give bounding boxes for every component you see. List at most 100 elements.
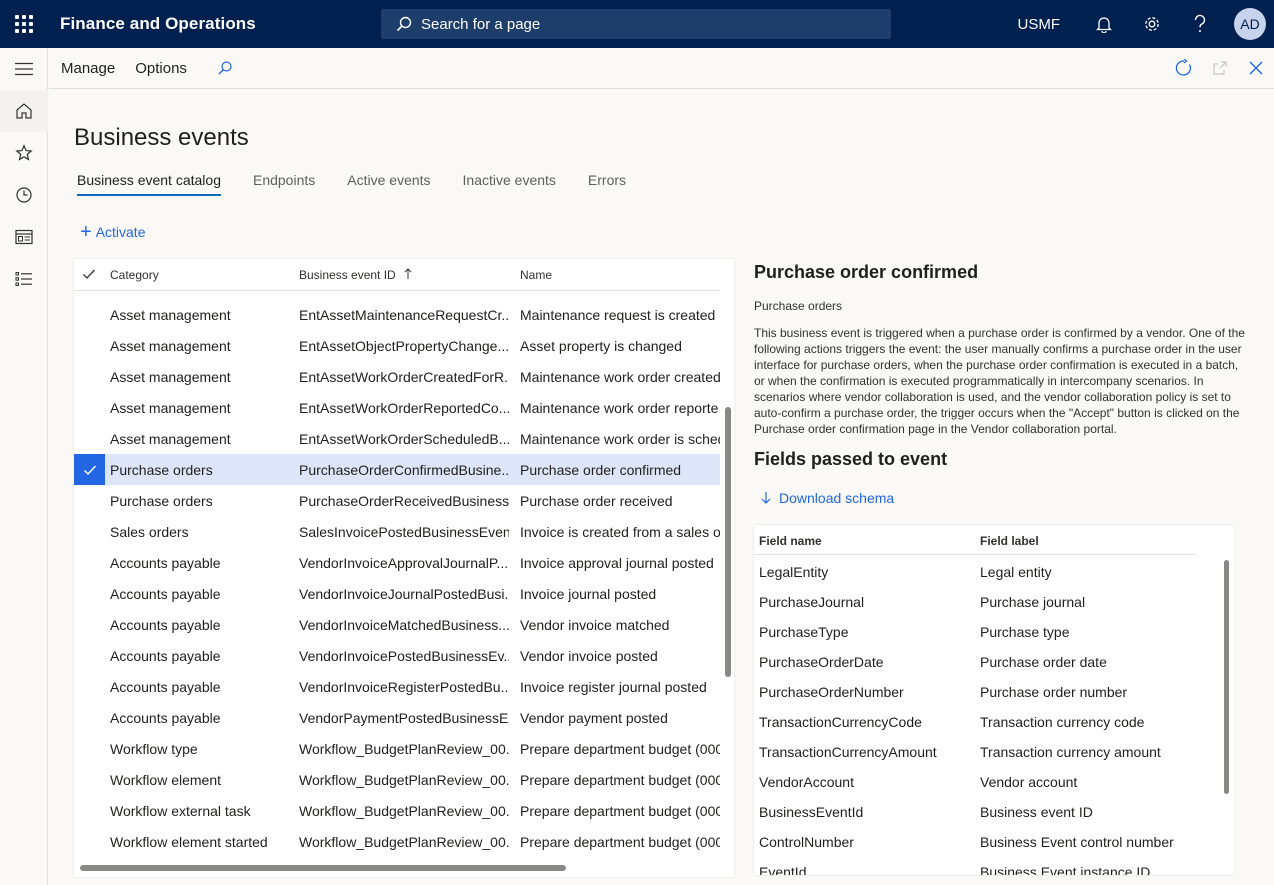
cell-business-event-id: Workflow_BudgetPlanReview_00... xyxy=(299,772,509,788)
workspaces-icon[interactable] xyxy=(0,216,48,258)
search-placeholder: Search for a page xyxy=(421,15,541,33)
table-row[interactable]: Asset management EntAssetWorkOrderCreated… xyxy=(74,361,720,392)
table-row[interactable]: Asset management EntAssetWorkOrderReporte… xyxy=(74,392,720,423)
cell-name: Invoice register journal posted xyxy=(520,679,707,695)
cell-field-label: Legal entity xyxy=(980,564,1052,580)
sort-ascending-icon xyxy=(404,268,412,279)
close-icon[interactable] xyxy=(1238,48,1274,88)
options-button[interactable]: Options xyxy=(135,60,187,77)
table-row[interactable]: Sales orders SalesInvoicePostedBusinessEv… xyxy=(74,516,720,547)
cell-business-event-id: EntAssetMaintenanceRequestCr... xyxy=(299,307,509,323)
field-row[interactable]: PurchaseOrderNumber Purchase order number xyxy=(754,677,1214,707)
detail-description: This business event is triggered when a … xyxy=(754,326,1245,436)
app-launcher-icon[interactable] xyxy=(0,0,48,48)
field-row[interactable]: BusinessEventId Business event ID xyxy=(754,797,1214,827)
table-row[interactable]: Accounts payable VendorInvoiceApprovalJou… xyxy=(74,547,720,578)
help-icon[interactable] xyxy=(1176,0,1224,48)
bell-icon[interactable] xyxy=(1080,0,1128,48)
cell-business-event-id: EntAssetWorkOrderScheduledB... xyxy=(299,431,509,447)
field-row[interactable]: VendorAccount Vendor account xyxy=(754,767,1214,797)
cell-category: Purchase orders xyxy=(110,493,213,509)
field-row[interactable]: TransactionCurrencyAmount Transaction cur… xyxy=(754,737,1214,767)
fields-vertical-scrollbar[interactable] xyxy=(1224,560,1229,794)
field-row[interactable]: PurchaseJournal Purchase journal xyxy=(754,587,1214,617)
tab-endpoints[interactable]: Endpoints xyxy=(253,172,315,196)
column-header-business-event-id[interactable]: Business event ID xyxy=(299,268,413,282)
field-row[interactable]: ControlNumber Business Event control numb… xyxy=(754,827,1214,857)
grid-vertical-scrollbar[interactable] xyxy=(725,407,731,677)
company-selector[interactable]: USMF xyxy=(1018,16,1061,33)
avatar[interactable]: AD xyxy=(1234,8,1266,40)
cell-business-event-id: VendorInvoiceMatchedBusiness... xyxy=(299,617,509,633)
home-icon[interactable] xyxy=(0,90,48,132)
column-header-field-label[interactable]: Field label xyxy=(980,534,1039,548)
field-row[interactable]: TransactionCurrencyCode Transaction curre… xyxy=(754,707,1214,737)
download-schema-link[interactable]: Download schema xyxy=(760,490,894,506)
modules-list-icon[interactable] xyxy=(0,258,48,300)
refresh-icon[interactable] xyxy=(1166,48,1202,88)
table-row[interactable]: Accounts payable VendorInvoiceRegisterPos… xyxy=(74,671,720,702)
cell-business-event-id: Workflow_BudgetPlanReview_00... xyxy=(299,834,509,850)
open-in-new-icon[interactable] xyxy=(1202,48,1238,88)
cell-name: Invoice is created from a sales or xyxy=(520,524,720,540)
column-header-field-name[interactable]: Field name xyxy=(759,534,822,548)
cell-name: Vendor invoice posted xyxy=(520,648,658,664)
top-bar: Finance and Operations Search for a page… xyxy=(0,0,1274,48)
table-row[interactable]: Purchase orders PurchaseOrderConfirmedBus… xyxy=(74,454,720,485)
tab-business-event-catalog[interactable]: Business event catalog xyxy=(77,172,221,196)
table-row[interactable]: Workflow external task Workflow_BudgetPla… xyxy=(74,795,720,826)
cell-name: Prepare department budget (000 xyxy=(520,772,720,788)
cell-field-name: TransactionCurrencyAmount xyxy=(759,744,937,760)
cell-category: Accounts payable xyxy=(110,586,221,602)
grid-horizontal-scrollbar[interactable] xyxy=(80,865,566,871)
field-row[interactable]: PurchaseType Purchase type xyxy=(754,617,1214,647)
tab-list: Business event catalog Endpoints Active … xyxy=(77,172,658,196)
field-row[interactable]: EventId Business Event instance ID xyxy=(754,857,1214,875)
table-row[interactable]: Asset management EntAssetObjectPropertyCh… xyxy=(74,330,720,361)
cell-category: Asset management xyxy=(110,338,231,354)
cell-field-label: Purchase order date xyxy=(980,654,1107,670)
detail-category: Purchase orders xyxy=(754,299,843,313)
tab-inactive-events[interactable]: Inactive events xyxy=(463,172,556,196)
cell-field-name: ControlNumber xyxy=(759,834,854,850)
table-row[interactable]: Workflow element Workflow_BudgetPlanRevie… xyxy=(74,764,720,795)
column-header-category[interactable]: Category xyxy=(110,268,159,282)
cell-field-label: Vendor account xyxy=(980,774,1078,790)
column-header-name[interactable]: Name xyxy=(520,268,552,282)
cell-name: Prepare department budget (000 xyxy=(520,803,720,819)
cell-business-event-id: SalesInvoicePostedBusinessEvent xyxy=(299,524,509,540)
table-row[interactable]: Asset management EntAssetMaintenanceReque… xyxy=(74,299,720,330)
recent-clock-icon[interactable] xyxy=(0,174,48,216)
table-row[interactable]: Accounts payable VendorPaymentPostedBusin… xyxy=(74,702,720,733)
row-selected-checkmark-icon[interactable] xyxy=(74,454,105,485)
field-row[interactable]: PurchaseOrderDate Purchase order date xyxy=(754,647,1214,677)
tab-errors[interactable]: Errors xyxy=(588,172,626,196)
table-row[interactable]: Asset management EntAssetWorkOrderSchedul… xyxy=(74,423,720,454)
cell-category: Accounts payable xyxy=(110,679,221,695)
activate-button[interactable]: + Activate xyxy=(80,222,146,242)
manage-button[interactable]: Manage xyxy=(61,60,115,77)
cell-name: Vendor payment posted xyxy=(520,710,668,726)
cell-business-event-id: VendorInvoicePostedBusinessEv... xyxy=(299,648,509,664)
table-row[interactable]: Workflow type Workflow_BudgetPlanReview_0… xyxy=(74,733,720,764)
field-row[interactable]: LegalEntity Legal entity xyxy=(754,557,1214,587)
table-row[interactable]: Accounts payable VendorInvoiceJournalPost… xyxy=(74,578,720,609)
gear-icon[interactable] xyxy=(1128,0,1176,48)
cell-field-label: Purchase journal xyxy=(980,594,1086,610)
table-row[interactable]: Purchase orders PurchaseOrderReceivedBusi… xyxy=(74,485,720,516)
cell-business-event-id: VendorInvoiceApprovalJournalP... xyxy=(299,555,509,571)
cell-category: Workflow element xyxy=(110,772,222,788)
cell-field-label: Transaction currency amount xyxy=(980,744,1161,760)
activate-label: Activate xyxy=(95,224,146,240)
hamburger-menu-icon[interactable] xyxy=(0,48,48,90)
tab-active-events[interactable]: Active events xyxy=(347,172,430,196)
table-row[interactable]: Workflow element started Workflow_BudgetP… xyxy=(74,826,720,857)
search-input[interactable]: Search for a page xyxy=(381,9,891,39)
action-search-icon[interactable] xyxy=(217,60,233,76)
app-title[interactable]: Finance and Operations xyxy=(60,14,381,34)
select-all-checkmark-icon[interactable] xyxy=(82,267,96,284)
table-row[interactable]: Accounts payable VendorInvoiceMatchedBusi… xyxy=(74,609,720,640)
cell-name: Prepare department budget (000 xyxy=(520,741,720,757)
table-row[interactable]: Accounts payable VendorInvoicePostedBusin… xyxy=(74,640,720,671)
favorites-star-icon[interactable] xyxy=(0,132,48,174)
